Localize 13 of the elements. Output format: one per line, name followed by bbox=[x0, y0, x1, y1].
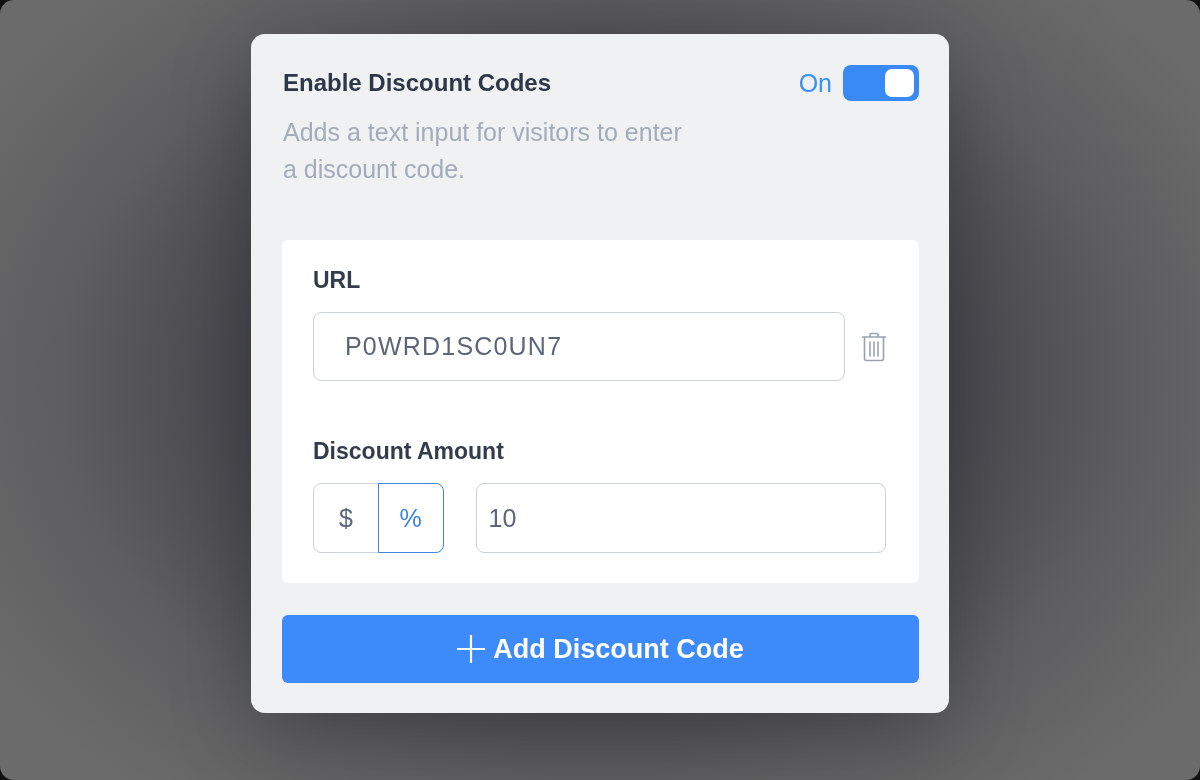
toggle-switch[interactable] bbox=[843, 65, 919, 101]
section-title: Enable Discount Codes bbox=[282, 69, 552, 97]
description-text: Adds a text input for visitors to enter a discount code. bbox=[283, 117, 683, 185]
add-button[interactable]: Add Discount Code bbox=[282, 615, 919, 683]
field-label: URL bbox=[313, 266, 362, 295]
trash-icon[interactable] bbox=[861, 331, 887, 362]
unit-button[interactable]: $ bbox=[313, 483, 379, 553]
unit-button[interactable]: % bbox=[377, 483, 444, 553]
plus-icon bbox=[457, 635, 486, 663]
amount-input[interactable]: 10 bbox=[475, 483, 886, 553]
field-label: Discount Amount bbox=[313, 437, 505, 466]
toggle-label: On bbox=[798, 68, 832, 98]
code-input[interactable]: P0WRD1SC0UN7 bbox=[313, 312, 845, 381]
